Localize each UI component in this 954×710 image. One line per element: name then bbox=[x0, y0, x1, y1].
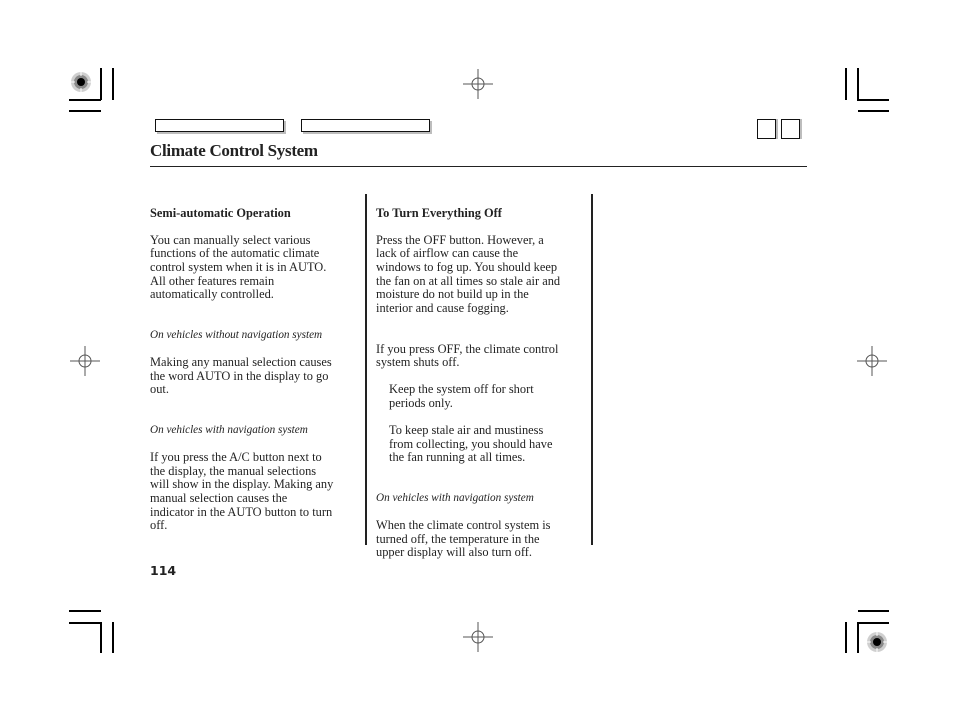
paragraph: If you press OFF, the climate control sy… bbox=[376, 341, 559, 370]
crop-mark bbox=[857, 622, 859, 653]
crosshair-target-icon bbox=[463, 622, 493, 652]
crop-mark bbox=[112, 622, 114, 653]
caution-item: Keep the system off for short periods on… bbox=[389, 382, 534, 410]
paragraph: If you press the A/C button next to the … bbox=[150, 450, 334, 533]
crop-mark bbox=[857, 99, 889, 101]
section-heading: Semi-automatic Operation bbox=[150, 205, 291, 220]
vehicle-note: On vehicles with navigation system bbox=[376, 492, 534, 505]
paragraph: When the climate control system is turne… bbox=[376, 518, 551, 560]
crop-mark bbox=[69, 622, 101, 624]
crosshair-target-icon bbox=[857, 346, 887, 376]
crop-mark bbox=[858, 610, 889, 612]
crop-mark bbox=[858, 110, 889, 112]
printer-dot-icon bbox=[867, 632, 887, 652]
column-middle: To Turn Everything Off Press the OFF but… bbox=[376, 193, 588, 574]
title-rule bbox=[150, 166, 807, 167]
crosshair-target-icon bbox=[463, 69, 493, 99]
printer-dot-icon bbox=[71, 72, 91, 92]
crop-mark bbox=[100, 622, 102, 653]
nav-tab-contents[interactable] bbox=[155, 119, 284, 132]
paragraph: Making any manual selection causes the w… bbox=[150, 355, 332, 397]
crop-mark bbox=[69, 99, 101, 101]
crop-mark bbox=[69, 610, 101, 612]
section-heading: To Turn Everything Off bbox=[376, 205, 502, 220]
crop-mark bbox=[857, 68, 859, 100]
paragraph: Press the OFF button. However, a lack of… bbox=[376, 232, 561, 315]
page-number: 114 bbox=[150, 563, 177, 578]
nav-tab-index[interactable] bbox=[301, 119, 430, 132]
nav-square-next[interactable] bbox=[781, 119, 800, 139]
crop-mark bbox=[112, 68, 114, 100]
paragraph: You can manually select various function… bbox=[150, 232, 327, 302]
vehicle-note: On vehicles without navigation system bbox=[150, 328, 323, 341]
crop-mark bbox=[845, 622, 847, 653]
crop-mark bbox=[69, 110, 101, 112]
page-title: Climate Control System bbox=[150, 141, 318, 160]
crop-mark bbox=[845, 68, 847, 100]
crop-mark bbox=[100, 68, 102, 100]
column-divider bbox=[365, 194, 367, 545]
nav-square-previous[interactable] bbox=[757, 119, 776, 139]
column-divider bbox=[591, 194, 593, 545]
caution-item: To keep stale air and mustiness from col… bbox=[389, 423, 553, 465]
crop-mark bbox=[857, 622, 889, 624]
column-left: Semi-automatic Operation You can manuall… bbox=[150, 193, 362, 546]
crosshair-target-icon bbox=[70, 346, 100, 376]
vehicle-note: On vehicles with navigation system bbox=[150, 424, 308, 437]
